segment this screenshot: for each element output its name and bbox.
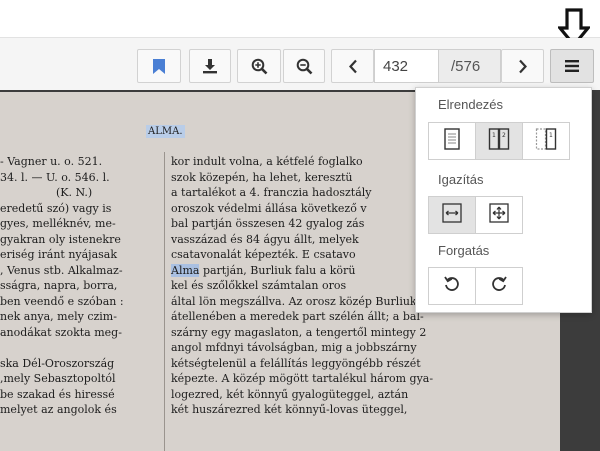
text-line: gyakran oly istenekre: [0, 232, 121, 246]
text-line: be szakad és hiressé: [0, 387, 115, 401]
right-column-text: kor indult volna, a kétfelé foglalko szok…: [171, 154, 441, 418]
page-number-input[interactable]: 432: [374, 49, 439, 83]
rotate-left-icon: [443, 275, 461, 298]
align-options: [428, 196, 523, 234]
viewer-toolbar: 432 /576: [0, 38, 600, 90]
zoom-out-icon: [296, 58, 313, 75]
text-line: sságra, napra, borra,: [0, 279, 118, 292]
text-line: átellenében a meredek part szélén állt; …: [171, 310, 424, 323]
text-line: 34. l. — U. o. 546. l.: [0, 170, 110, 184]
text-line: csatavonalát képezték. E csatavo: [171, 248, 356, 261]
svg-text:2: 2: [502, 132, 506, 139]
text-line: (K. N.): [0, 186, 93, 199]
next-page-button[interactable]: [501, 49, 544, 83]
text-line: oroszok védelmi állása következő v: [171, 201, 367, 215]
text-line: melyet az angolok és: [0, 403, 117, 416]
text-line: szárny egy magaslaton, a tengertől minte…: [171, 325, 427, 339]
text-line: eriség iránt nyájasak: [0, 248, 118, 261]
bookmark-button[interactable]: [137, 49, 181, 83]
rotate-right-icon: [490, 275, 508, 298]
layout-options: 12 1: [428, 122, 570, 160]
text-line: - Vagner u. o. 521.: [0, 155, 103, 168]
chevron-left-icon: [348, 59, 358, 74]
column-divider: [164, 152, 165, 451]
single-page-layout-button[interactable]: [428, 122, 476, 160]
single-page-icon: [443, 127, 461, 155]
two-page-cover-icon: 1: [535, 127, 557, 155]
page-total-label: /576: [439, 49, 501, 83]
text-line: gyes, melléknév, me-: [0, 217, 116, 230]
text-line: anodákat szokta meg-: [0, 325, 122, 339]
fit-page-icon: [489, 202, 509, 228]
text-line: angol mfdnyi távolságban, mig a jobbszár…: [171, 341, 417, 354]
text-line: bal partján összesen 42 gyalog zás: [171, 217, 365, 230]
browser-top-band: [0, 0, 600, 38]
two-page-layout-button[interactable]: 12: [475, 122, 523, 160]
rotate-section-title: Forgatás: [438, 243, 490, 258]
two-page-icon: 12: [488, 127, 510, 155]
left-column-text: - Vagner u. o. 521. 34. l. — U. o. 546. l…: [0, 154, 124, 418]
two-page-cover-layout-button[interactable]: 1: [522, 122, 570, 160]
fit-width-button[interactable]: [428, 196, 476, 234]
view-settings-panel: Elrendezés 12 1 Igazítás Forgatás: [415, 87, 592, 313]
text-line: két huszárezred két könnyű-lovas üteggel…: [171, 403, 408, 416]
layout-section-title: Elrendezés: [438, 97, 504, 112]
rotate-left-button[interactable]: [428, 267, 476, 305]
rotate-options: [428, 267, 523, 305]
svg-text:1: 1: [549, 132, 553, 139]
fit-page-button[interactable]: [475, 196, 523, 234]
previous-page-button[interactable]: [331, 49, 374, 83]
text-line: ben veendő e szóban :: [0, 294, 124, 308]
svg-text:1: 1: [492, 132, 496, 139]
search-highlight: Alma: [171, 263, 200, 277]
text-line: , Venus stb. Alkalmaz-: [0, 263, 123, 277]
text-line: kel és szőlőkkel számtalan oros: [171, 279, 347, 292]
menu-icon: [565, 60, 579, 72]
download-icon: [202, 58, 218, 74]
text-line: Alma partján, Burliuk falu a körü: [171, 263, 356, 277]
align-section-title: Igazítás: [438, 172, 484, 187]
text-line: szok közepén, ha lehet, keresztü: [171, 170, 353, 184]
text-line: ska Dél-Oroszország: [0, 356, 115, 370]
zoom-in-icon: [251, 58, 268, 75]
text-line: kétségtelenül a felállítás leggyöngébb r…: [171, 356, 421, 370]
download-button[interactable]: [189, 49, 231, 83]
text-line: képezte. A közép mögött tartalékul három…: [171, 372, 434, 385]
text-line: kor indult volna, a kétfelé foglalko: [171, 155, 363, 168]
text-line: a tartalékot a 4. franczia hadosztály: [171, 186, 372, 199]
text-line: eredetű szó) vagy is: [0, 201, 112, 215]
zoom-out-button[interactable]: [283, 49, 325, 83]
text-line: vasszázad és 84 ágyu állt, melyek: [171, 232, 359, 246]
text-line: ,mely Sebasztopoltól: [0, 372, 116, 385]
menu-button[interactable]: [550, 49, 594, 83]
text-line: nek anya, mely czim-: [0, 310, 117, 323]
text-line: logezred, két könnyű gyalogüteggel, aztá…: [171, 387, 409, 401]
text-line: által lön megszállva. Az orosz közép Bur…: [171, 294, 442, 308]
zoom-in-button[interactable]: [237, 49, 281, 83]
page-heading: ALMA.: [146, 125, 185, 138]
text-line: [0, 340, 124, 356]
bookmark-icon: [152, 58, 166, 75]
fit-width-icon: [442, 202, 462, 228]
rotate-right-button[interactable]: [475, 267, 523, 305]
chevron-right-icon: [518, 59, 528, 74]
